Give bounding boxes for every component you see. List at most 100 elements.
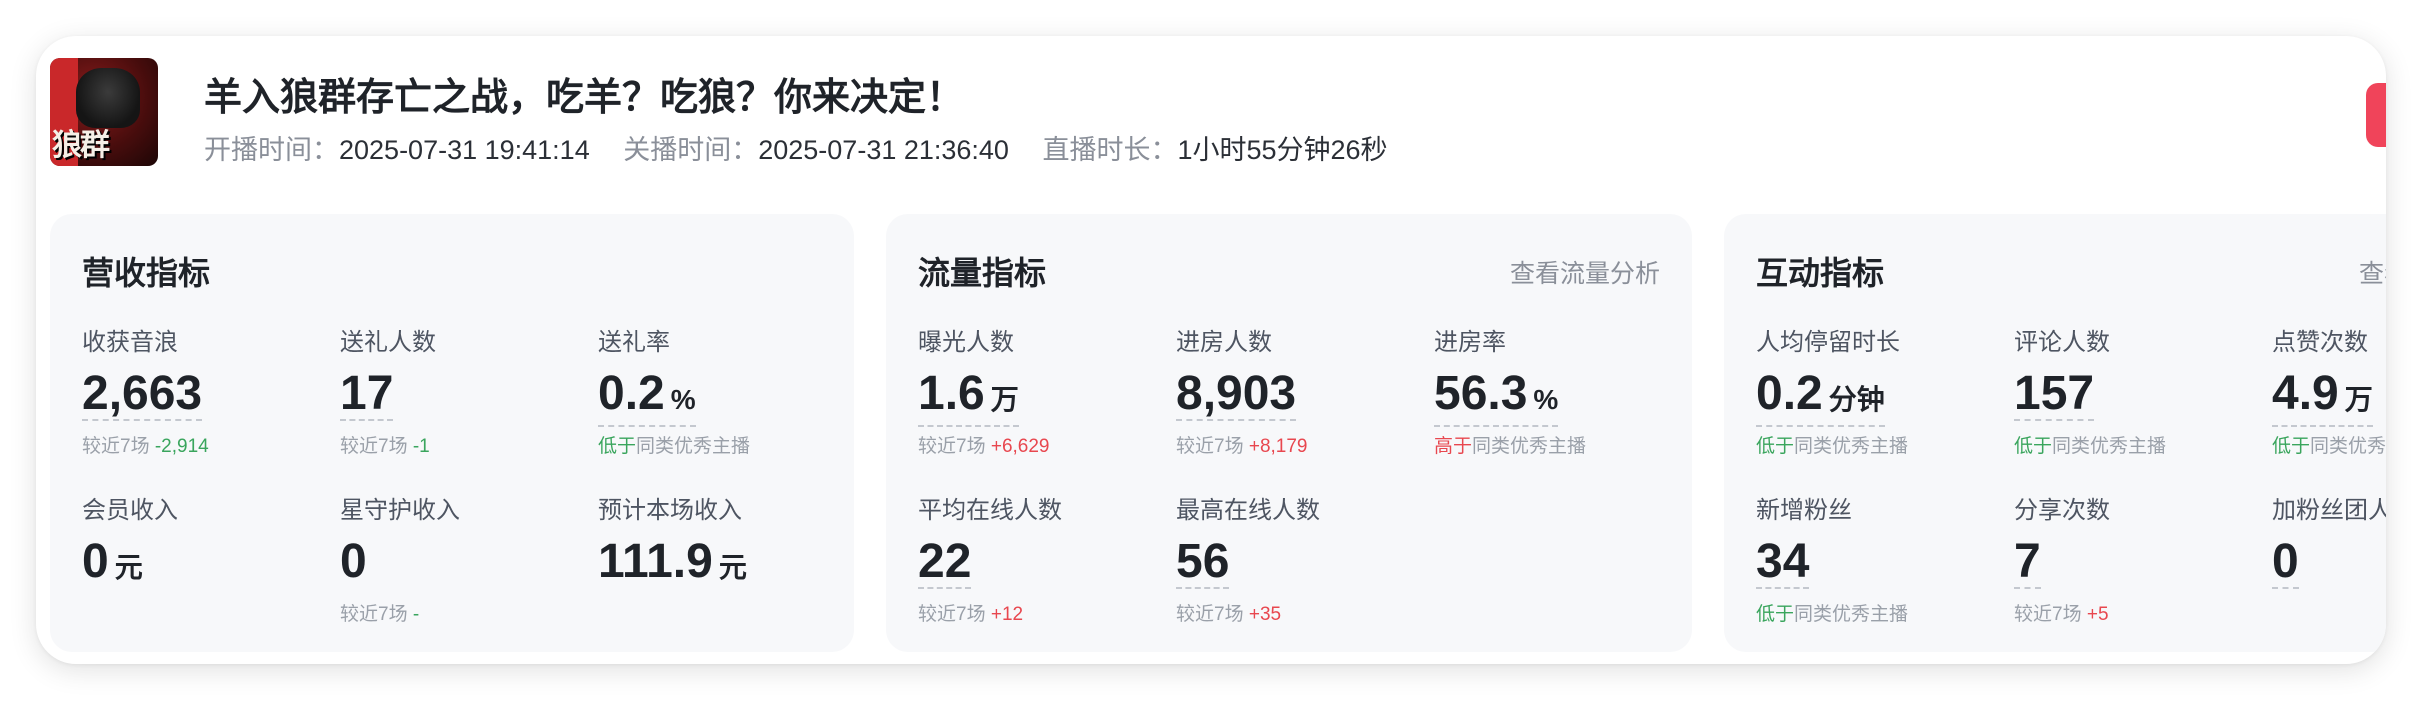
metric-number: 0: [82, 535, 109, 588]
stream-cover-image[interactable]: 狼群: [50, 58, 158, 166]
compare-label: 较近7场: [2014, 604, 2082, 625]
metric-label: 最高在线人数: [1176, 497, 1320, 524]
metric-value: 0: [340, 535, 367, 588]
metric-likes: 点赞次数 4.9 万 低于同类优秀: [2272, 322, 2386, 458]
compare-value: +35: [1248, 604, 1282, 625]
metric-avg-stay: 人均停留时长 0.2 分钟 低于同类优秀主播: [1756, 322, 1996, 458]
metric-value: 111.9 元: [598, 537, 747, 595]
metric-value[interactable]: 7: [2014, 537, 2041, 589]
compare-label: 较近7场: [340, 604, 408, 625]
metric-number: 56.3: [1434, 367, 1528, 420]
benchmark-text: 同类优秀主播: [1794, 604, 1909, 625]
revenue-panel-title: 营收指标: [82, 255, 211, 291]
metric-label: 曝光人数: [918, 329, 1014, 356]
metric-value[interactable]: 0: [2272, 537, 2299, 589]
metric-value[interactable]: 157: [2014, 369, 2095, 421]
metric-entry-rate: 进房率 56.3% 高于同类优秀主播: [1434, 322, 1674, 458]
session-meta: 开播时间：2025-07-31 19:41:14 关播时间：2025-07-31…: [204, 128, 1414, 167]
metric-avg-online: 平均在线人数 22 较近7场 +12: [918, 490, 1158, 626]
metric-value[interactable]: 22: [918, 537, 972, 589]
metric-value[interactable]: 17: [340, 369, 394, 421]
duration-label: 直播时长：: [1042, 135, 1178, 165]
metric-value[interactable]: 8,903: [1176, 369, 1297, 421]
metric-label: 会员收入: [82, 497, 178, 524]
interaction-panel: 互动指标 查看 人均停留时长 0.2分钟 低于同类优秀主播 评论人数 157 低…: [1724, 214, 2386, 652]
metric-label: 加粉丝团人: [2272, 497, 2386, 524]
metric-label: 进房人数: [1176, 329, 1272, 356]
benchmark-tag: 低于: [2014, 436, 2053, 457]
view-traffic-analysis-link[interactable]: 查看流量分析: [1510, 254, 1660, 290]
view-interaction-analysis-link[interactable]: 查看: [2359, 254, 2386, 290]
metric-label: 平均在线人数: [918, 497, 1062, 524]
metric-value[interactable]: 56: [1176, 537, 1230, 589]
metric-gift-rate: 送礼率 0.2% 低于同类优秀主播: [598, 322, 838, 458]
metric-value: 0元: [82, 537, 143, 595]
metric-guardian-income: 星守护收入 0 较近7场 -: [340, 490, 580, 626]
benchmark-text: 同类优秀主播: [2052, 436, 2167, 457]
compare-value: +8,179: [1248, 436, 1308, 457]
cover-figure: [76, 68, 140, 128]
metric-label: 预计本场收入: [598, 497, 742, 524]
start-time-label: 开播时间：: [204, 135, 339, 165]
compare-label: 较近7场: [1176, 436, 1244, 457]
revenue-panel: 营收指标 收获音浪 2,663 较近7场 -2,914 送礼人数 17 较近7场…: [50, 214, 854, 652]
traffic-panel: 流量指标 查看流量分析 曝光人数 1.6 万 较近7场 +6,629 进房人数 8…: [886, 214, 1692, 652]
metric-shares: 分享次数 7 较近7场 +5: [2014, 490, 2254, 626]
metric-label: 收获音浪: [82, 329, 178, 356]
benchmark-text: 同类优秀主播: [1472, 436, 1587, 457]
compare-label: 较近7场: [918, 604, 986, 625]
session-header: 狼群 羊入狼群存亡之战，吃羊？吃狼？你来决定！ 开播时间：2025-07-31 …: [50, 58, 2386, 178]
metric-number: 1.6: [918, 367, 985, 420]
duration-value: 1小时55分钟26秒: [1177, 135, 1388, 165]
metric-label: 人均停留时长: [1756, 329, 1900, 356]
metric-number: 111.9: [598, 535, 713, 588]
metric-member-income: 会员收入 0元: [82, 490, 322, 589]
metric-estimated-income: 预计本场收入 111.9 元: [598, 490, 838, 589]
benchmark-text: 同类优秀: [2310, 436, 2386, 457]
metric-value[interactable]: 56.3%: [1434, 367, 1559, 427]
metric-unit: 元: [114, 552, 143, 583]
metric-new-followers: 新增粉丝 34 低于同类优秀主播: [1756, 490, 1996, 626]
benchmark-text: 同类优秀主播: [636, 436, 751, 457]
metric-value[interactable]: 4.9 万: [2272, 369, 2373, 427]
metric-label: 评论人数: [2014, 329, 2110, 356]
start-time-value: 2025-07-31 19:41:14: [339, 135, 590, 165]
metric-label: 分享次数: [2014, 497, 2110, 524]
metric-label: 点赞次数: [2272, 329, 2368, 356]
session-title: 羊入狼群存亡之战，吃羊？吃狼？你来决定！: [204, 77, 965, 119]
live-session-card: 狼群 羊入狼群存亡之战，吃羊？吃狼？你来决定！ 开播时间：2025-07-31 …: [36, 36, 2386, 664]
metric-value[interactable]: 0.2 分钟: [1756, 369, 1885, 427]
compare-value: -2,914: [154, 436, 209, 457]
metric-unit: %: [670, 384, 696, 415]
metric-commenters: 评论人数 157 低于同类优秀主播: [2014, 322, 2254, 458]
compare-value: -1: [412, 436, 430, 457]
compare-value: +5: [2086, 604, 2109, 625]
metric-label: 送礼率: [598, 329, 670, 356]
compare-label: 较近7场: [1176, 604, 1244, 625]
metric-number: 4.9: [2272, 367, 2339, 420]
metric-value[interactable]: 34: [1756, 537, 1810, 589]
metric-value[interactable]: 1.6 万: [918, 369, 1019, 427]
metric-unit: 万: [2344, 384, 2373, 415]
metric-unit: %: [1533, 384, 1559, 415]
side-action-tab[interactable]: [2366, 83, 2386, 147]
metric-label: 进房率: [1434, 329, 1506, 356]
metric-value[interactable]: 2,663: [82, 369, 203, 421]
end-time-label: 关播时间：: [623, 135, 759, 165]
end-time-value: 2025-07-31 21:36:40: [758, 135, 1009, 165]
metric-impressions: 曝光人数 1.6 万 较近7场 +6,629: [918, 322, 1158, 458]
interaction-panel-title: 互动指标: [1756, 255, 1885, 291]
metric-number: 0.2: [1756, 367, 1823, 420]
benchmark-tag: 低于: [598, 436, 637, 457]
metric-fan-club-joins: 加粉丝团人 0: [2272, 490, 2386, 589]
compare-label: 较近7场: [340, 436, 408, 457]
benchmark-tag: 低于: [1756, 604, 1795, 625]
compare-label: 较近7场: [918, 436, 986, 457]
metric-gift-income: 收获音浪 2,663 较近7场 -2,914: [82, 322, 322, 458]
metric-number: 0.2: [598, 367, 665, 420]
benchmark-tag: 低于: [2272, 436, 2311, 457]
cover-logo-text: 狼群: [52, 128, 110, 163]
benchmark-tag: 高于: [1434, 436, 1473, 457]
metric-value[interactable]: 0.2%: [598, 369, 696, 427]
metric-gifters: 送礼人数 17 较近7场 -1: [340, 322, 580, 458]
